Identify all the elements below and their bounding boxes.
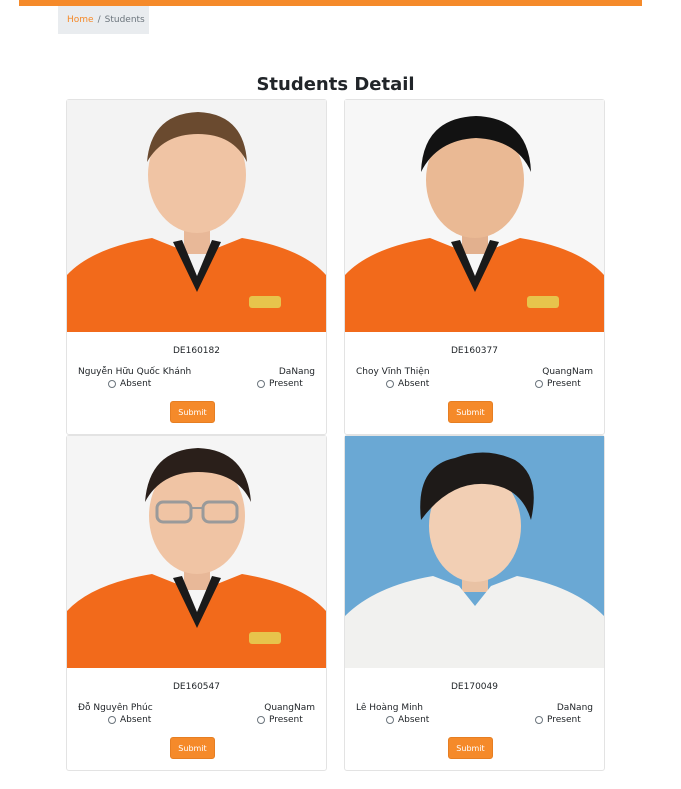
radio-circle-icon[interactable] — [535, 716, 543, 724]
student-photo — [345, 100, 604, 332]
student-id: DE170049 — [451, 682, 498, 692]
student-id: DE160182 — [173, 346, 220, 356]
absent-label: Absent — [120, 379, 152, 389]
absent-radio[interactable]: Absent — [386, 715, 429, 725]
absent-label: Absent — [398, 379, 430, 389]
submit-button[interactable]: Submit — [170, 401, 215, 423]
present-radio[interactable]: Present — [535, 715, 581, 725]
radio-circle-icon[interactable] — [108, 716, 116, 724]
present-label: Present — [269, 379, 303, 389]
radio-circle-icon[interactable] — [108, 380, 116, 388]
absent-label: Absent — [398, 715, 430, 725]
submit-button[interactable]: Submit — [448, 737, 493, 759]
absent-label: Absent — [120, 715, 152, 725]
student-name: Lê Hoàng Minh — [356, 703, 423, 713]
absent-radio[interactable]: Absent — [386, 379, 429, 389]
absent-radio[interactable]: Absent — [108, 379, 151, 389]
present-label: Present — [547, 715, 581, 725]
student-name: Choy Vĩnh Thiện — [356, 367, 430, 377]
present-radio[interactable]: Present — [535, 379, 581, 389]
student-card: DE170049 Lê Hoàng Minh DaNang Absent Pre… — [344, 435, 605, 771]
radio-circle-icon[interactable] — [386, 380, 394, 388]
submit-button[interactable]: Submit — [170, 737, 215, 759]
present-label: Present — [269, 715, 303, 725]
breadcrumb: Home / Students — [58, 6, 149, 34]
student-photo — [345, 436, 604, 668]
page-title: Students Detail — [256, 74, 415, 95]
absent-radio[interactable]: Absent — [108, 715, 151, 725]
student-location: DaNang — [556, 703, 593, 713]
present-radio[interactable]: Present — [257, 379, 303, 389]
radio-circle-icon[interactable] — [386, 716, 394, 724]
student-id: DE160377 — [451, 346, 498, 356]
student-location: DaNang — [278, 367, 315, 377]
breadcrumb-current: Students — [104, 15, 145, 25]
student-id: DE160547 — [173, 682, 220, 692]
radio-circle-icon[interactable] — [257, 380, 265, 388]
student-location: QuangNam — [542, 367, 593, 377]
radio-circle-icon[interactable] — [535, 380, 543, 388]
breadcrumb-separator: / — [97, 15, 101, 25]
present-radio[interactable]: Present — [257, 715, 303, 725]
student-location: QuangNam — [264, 703, 315, 713]
student-name: Nguyễn Hữu Quốc Khánh — [78, 367, 192, 377]
student-card: DE160377 Choy Vĩnh Thiện QuangNam Absent… — [344, 99, 605, 435]
present-label: Present — [547, 379, 581, 389]
student-card: DE160182 Nguyễn Hữu Quốc Khánh DaNang Ab… — [66, 99, 327, 435]
student-name: Đỗ Nguyên Phúc — [78, 703, 153, 713]
student-photo — [67, 100, 326, 332]
breadcrumb-home-link[interactable]: Home — [67, 15, 94, 25]
student-photo — [67, 436, 326, 668]
submit-button[interactable]: Submit — [448, 401, 493, 423]
radio-circle-icon[interactable] — [257, 716, 265, 724]
student-card: DE160547 Đỗ Nguyên Phúc QuangNam Absent … — [66, 435, 327, 771]
